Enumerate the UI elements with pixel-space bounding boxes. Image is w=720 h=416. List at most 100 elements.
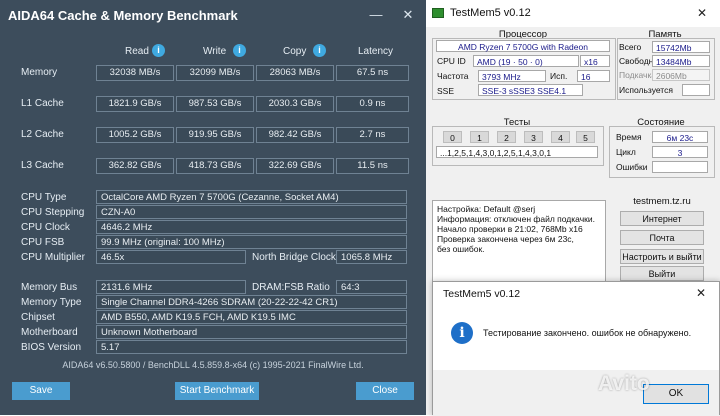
test-1: 1 [470,131,489,143]
dialog-message: Тестирование закончено. ошибок не обнару… [483,328,692,338]
l3-latency-value: 11.5 ns [336,158,409,174]
free-value: 13484Mb [652,55,710,67]
dram-ratio-value: 64:3 [336,280,407,294]
cpu-id-label: CPU ID [437,56,466,66]
memory-bus-value: 2131.6 MHz [96,280,246,294]
log-panel[interactable]: Настройка: Default @serj Информация: отк… [432,200,606,282]
cycle-value: 3 [652,146,708,158]
cpu-multiplier-label: CPU Multiplier [21,252,85,263]
ok-button[interactable]: OK [643,384,709,404]
bios-label: BIOS Version [21,342,82,353]
cpu-bits-value: x16 [580,55,610,67]
dialog-footer: OK [433,370,719,416]
cpu-multiplier-value: 46.5x [96,250,246,264]
chipset-label: Chipset [21,312,55,323]
close-window-button[interactable]: ✕ [692,3,712,23]
test-sequence: ...1,2,5,1,4,3,0,1,2,5,1,4,3,0,1 [436,146,598,158]
memory-type-value: Single Channel DDR4-4266 SDRAM (20-22-22… [96,295,407,309]
dram-ratio-label: DRAM:FSB Ratio [252,282,330,293]
sse-value: SSE-3 sSSE3 SSE4.1 [478,84,583,96]
dialog-title: TestMem5 v0.12 [443,288,521,300]
row-label-l2: L2 Cache [21,129,64,140]
title-bar: TestMem5 v0.12 ✕ [426,0,720,27]
version-footer: AIDA64 v6.50.5800 / BenchDLL 4.5.859.8-x… [62,360,364,370]
row-label-memory: Memory [21,67,58,78]
test-3: 3 [524,131,543,143]
memory-write-value: 32099 MB/s [176,65,254,81]
cpu-id-value: AMD (19 · 50 · 0) [473,55,579,67]
minimize-button[interactable]: — [366,6,386,24]
used-memory-value [682,84,710,96]
memory-copy-value: 28063 MB/s [256,65,334,81]
info-icon: i [451,322,473,344]
cpu-fsb-label: CPU FSB [21,237,65,248]
freq-value: 3793 MHz [478,70,546,82]
close-button[interactable]: Close [356,382,414,400]
row-label-l3: L3 Cache [21,160,64,171]
settings-exit-button[interactable]: Настроить и выйти [620,249,704,264]
completion-dialog: TestMem5 v0.12 ✕ i Тестирование закончен… [432,281,720,416]
log-line: Проверка закончена через 6м 23с, [437,234,574,244]
column-read: Read [125,46,149,57]
l3-read-value: 362.82 GB/s [96,158,174,174]
used-cores-value: 16 [577,70,610,82]
test-2: 2 [497,131,516,143]
save-button[interactable]: Save [12,382,70,400]
l1-read-value: 1821.9 GB/s [96,96,174,112]
cycle-label: Цикл [616,147,636,157]
motherboard-label: Motherboard [21,327,78,338]
window-title: TestMem5 v0.12 [450,7,531,19]
bios-value: 5.17 [96,340,407,354]
internet-button[interactable]: Интернет [620,211,704,226]
l1-write-value: 987.53 GB/s [176,96,254,112]
column-latency: Latency [358,46,394,57]
cpu-type-label: CPU Type [21,192,67,203]
column-copy: Copy [283,46,307,57]
test-4: 4 [551,131,570,143]
l2-write-value: 919.95 GB/s [176,127,254,143]
row-label-l1: L1 Cache [21,98,64,109]
exit-button[interactable]: Выйти [620,266,704,281]
test-5: 5 [576,131,595,143]
info-icon[interactable]: i [233,44,246,57]
window-title: AIDA64 Cache & Memory Benchmark [8,8,238,23]
info-icon[interactable]: i [152,44,165,57]
log-line: Информация: отключен файл подкачки. [437,214,595,224]
cpu-stepping-value: CZN-A0 [96,205,407,219]
dialog-close-button[interactable]: ✕ [691,284,711,302]
log-line: Настройка: Default @serj [437,204,536,214]
nb-clock-label: North Bridge Clock [252,252,336,263]
start-benchmark-button[interactable]: Start Benchmark [175,382,259,400]
l1-copy-value: 2030.3 GB/s [256,96,334,112]
l1-latency-value: 0.9 ns [336,96,409,112]
swap-value: 2606Mb [652,69,710,81]
used-memory-label: Используется [619,85,673,95]
info-icon[interactable]: i [313,44,326,57]
test-0: 0 [443,131,462,143]
mail-button[interactable]: Почта [620,230,704,245]
log-line: без ошибок. [437,244,485,254]
l3-copy-value: 322.69 GB/s [256,158,334,174]
l2-copy-value: 982.42 GB/s [256,127,334,143]
time-label: Время [616,132,642,142]
watermark: Avito [598,372,650,395]
motherboard-value: Unknown Motherboard [96,325,407,339]
errors-label: Ошибки [616,162,648,172]
cpu-clock-label: CPU Clock [21,222,70,233]
used-cores-label: Исп. [550,71,568,81]
cpu-stepping-label: CPU Stepping [21,207,85,218]
cpu-type-value: OctalCore AMD Ryzen 7 5700G (Cezanne, So… [96,190,407,204]
l3-write-value: 418.73 GB/s [176,158,254,174]
memory-type-label: Memory Type [21,297,82,308]
close-window-button[interactable]: ✕ [398,6,418,24]
sse-label: SSE [437,86,455,96]
errors-value [652,161,708,173]
log-line: Начало проверки в 21:02, 768Mb x16 [437,224,583,234]
site-link[interactable]: testmem.tz.ru [616,196,708,207]
time-value: 6м 23с [652,131,708,143]
column-write: Write [203,46,227,57]
cpu-clock-value: 4646.2 MHz [96,220,407,234]
total-value: 15742Mb [652,41,710,53]
total-label: Всего [619,42,642,52]
nb-clock-value: 1065.8 MHz [336,250,407,264]
